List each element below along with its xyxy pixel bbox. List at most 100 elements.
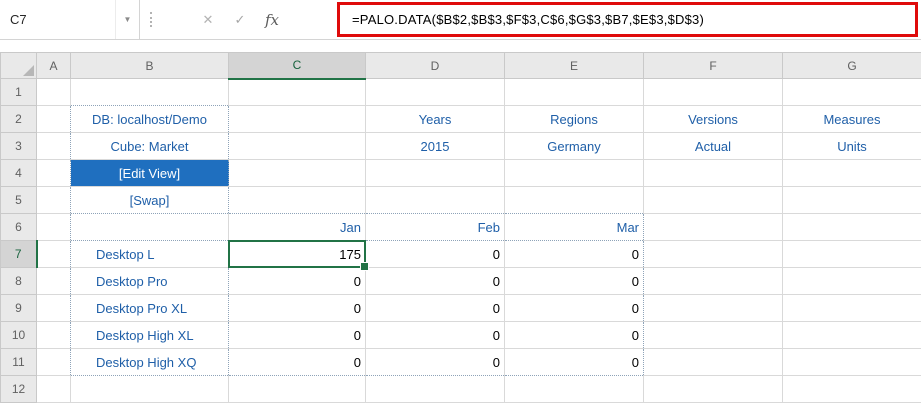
column-header-b[interactable]: B bbox=[70, 52, 229, 79]
cell-F1[interactable] bbox=[643, 78, 783, 106]
cell-C4[interactable] bbox=[228, 159, 366, 187]
swap-button[interactable]: [Swap] bbox=[70, 186, 229, 214]
cell-F6[interactable] bbox=[643, 213, 783, 241]
cell-F3[interactable]: Actual bbox=[643, 132, 783, 160]
cell-C6[interactable]: Jan bbox=[228, 213, 366, 241]
cell-C9[interactable]: 0 bbox=[228, 294, 366, 322]
cell-D12[interactable] bbox=[365, 375, 505, 403]
cell-B11[interactable]: Desktop High XQ bbox=[70, 348, 229, 376]
cell-C12[interactable] bbox=[228, 375, 366, 403]
cell-G2[interactable]: Measures bbox=[782, 105, 921, 133]
cell-E9[interactable]: 0 bbox=[504, 294, 644, 322]
row-header-10[interactable]: 10 bbox=[0, 321, 37, 349]
cell-D9[interactable]: 0 bbox=[365, 294, 505, 322]
cell-A6[interactable] bbox=[36, 213, 71, 241]
cell-F7[interactable] bbox=[643, 240, 783, 268]
cell-G7[interactable] bbox=[782, 240, 921, 268]
row-header-11[interactable]: 11 bbox=[0, 348, 37, 376]
cell-B8[interactable]: Desktop Pro bbox=[70, 267, 229, 295]
row-header-12[interactable]: 12 bbox=[0, 375, 37, 403]
column-header-c[interactable]: C bbox=[228, 52, 366, 80]
row-header-4[interactable]: 4 bbox=[0, 159, 37, 187]
column-header-g[interactable]: G bbox=[782, 52, 921, 79]
row-header-7[interactable]: 7 bbox=[0, 240, 38, 268]
cell-F4[interactable] bbox=[643, 159, 783, 187]
cell-F11[interactable] bbox=[643, 348, 783, 376]
row-header-3[interactable]: 3 bbox=[0, 132, 37, 160]
cell-E1[interactable] bbox=[504, 78, 644, 106]
cell-G12[interactable] bbox=[782, 375, 921, 403]
cell-G6[interactable] bbox=[782, 213, 921, 241]
edit-view-button[interactable]: [Edit View] bbox=[70, 159, 229, 187]
column-header-a[interactable]: A bbox=[36, 52, 71, 79]
cell-B9[interactable]: Desktop Pro XL bbox=[70, 294, 229, 322]
cell-A4[interactable] bbox=[36, 159, 71, 187]
cell-G3[interactable]: Units bbox=[782, 132, 921, 160]
cancel-icon[interactable]: ✕ bbox=[192, 12, 224, 28]
cell-F12[interactable] bbox=[643, 375, 783, 403]
cell-E10[interactable]: 0 bbox=[504, 321, 644, 349]
cell-A8[interactable] bbox=[36, 267, 71, 295]
cell-D11[interactable]: 0 bbox=[365, 348, 505, 376]
cell-G9[interactable] bbox=[782, 294, 921, 322]
column-header-d[interactable]: D bbox=[365, 52, 505, 79]
cell-A5[interactable] bbox=[36, 186, 71, 214]
row-header-2[interactable]: 2 bbox=[0, 105, 37, 133]
cell-B3[interactable]: Cube: Market bbox=[70, 132, 229, 160]
cell-A10[interactable] bbox=[36, 321, 71, 349]
cell-E6[interactable]: Mar bbox=[504, 213, 644, 241]
cell-A1[interactable] bbox=[36, 78, 71, 106]
cell-D8[interactable]: 0 bbox=[365, 267, 505, 295]
cell-F10[interactable] bbox=[643, 321, 783, 349]
cell-D4[interactable] bbox=[365, 159, 505, 187]
cell-C7-selected[interactable]: 175 bbox=[228, 240, 370, 272]
cell-C11[interactable]: 0 bbox=[228, 348, 366, 376]
row-header-1[interactable]: 1 bbox=[0, 78, 37, 106]
cell-E8[interactable]: 0 bbox=[504, 267, 644, 295]
cell-E2[interactable]: Regions bbox=[504, 105, 644, 133]
cell-A3[interactable] bbox=[36, 132, 71, 160]
cell-B10[interactable]: Desktop High XL bbox=[70, 321, 229, 349]
cell-C5[interactable] bbox=[228, 186, 366, 214]
select-all-button[interactable] bbox=[0, 52, 37, 79]
enter-icon[interactable]: ✓ bbox=[224, 12, 256, 28]
cell-B7[interactable]: Desktop L bbox=[70, 240, 229, 268]
cell-A9[interactable] bbox=[36, 294, 71, 322]
cell-B6[interactable] bbox=[70, 213, 229, 241]
cell-G5[interactable] bbox=[782, 186, 921, 214]
cell-E12[interactable] bbox=[504, 375, 644, 403]
cell-E11[interactable]: 0 bbox=[504, 348, 644, 376]
cell-F9[interactable] bbox=[643, 294, 783, 322]
insert-function-icon[interactable]: fx bbox=[256, 11, 288, 29]
cell-D10[interactable]: 0 bbox=[365, 321, 505, 349]
cell-B1[interactable] bbox=[70, 78, 229, 106]
cell-D2[interactable]: Years bbox=[365, 105, 505, 133]
cell-A2[interactable] bbox=[36, 105, 71, 133]
cell-D7[interactable]: 0 bbox=[365, 240, 505, 268]
cell-A12[interactable] bbox=[36, 375, 71, 403]
formula-bar-splitter[interactable] bbox=[140, 0, 162, 40]
cell-D5[interactable] bbox=[365, 186, 505, 214]
cell-C8[interactable]: 0 bbox=[228, 267, 366, 295]
cell-F8[interactable] bbox=[643, 267, 783, 295]
cell-E5[interactable] bbox=[504, 186, 644, 214]
cell-G10[interactable] bbox=[782, 321, 921, 349]
cell-C10[interactable]: 0 bbox=[228, 321, 366, 349]
row-header-9[interactable]: 9 bbox=[0, 294, 37, 322]
cell-C2[interactable] bbox=[228, 105, 366, 133]
cell-F2[interactable]: Versions bbox=[643, 105, 783, 133]
name-box-dropdown-icon[interactable]: ▼ bbox=[115, 0, 139, 39]
cell-E7[interactable]: 0 bbox=[504, 240, 644, 268]
cell-C1[interactable] bbox=[228, 78, 366, 106]
name-box[interactable]: C7 ▼ bbox=[0, 0, 140, 40]
formula-input[interactable]: =PALO.DATA($B$2,$B$3,$F$3,C$6,$G$3,$B7,$… bbox=[288, 0, 921, 40]
column-header-e[interactable]: E bbox=[504, 52, 644, 79]
cell-G8[interactable] bbox=[782, 267, 921, 295]
cell-D6[interactable]: Feb bbox=[365, 213, 505, 241]
row-header-5[interactable]: 5 bbox=[0, 186, 37, 214]
cell-A11[interactable] bbox=[36, 348, 71, 376]
cell-A7[interactable] bbox=[36, 240, 71, 268]
cell-F5[interactable] bbox=[643, 186, 783, 214]
cell-C3[interactable] bbox=[228, 132, 366, 160]
cell-E4[interactable] bbox=[504, 159, 644, 187]
